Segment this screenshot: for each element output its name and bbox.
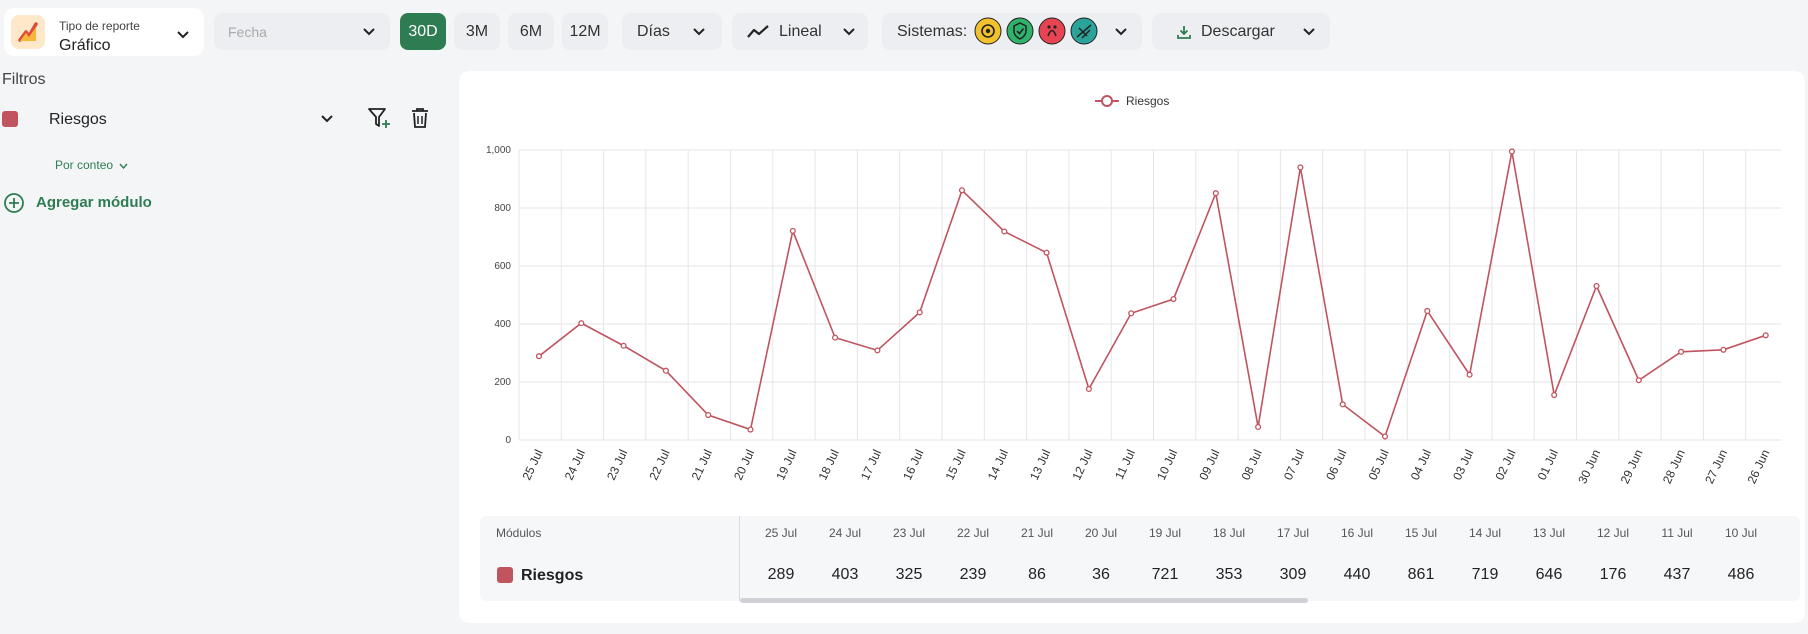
chevron-down-icon bbox=[363, 28, 375, 36]
table-cell-value: 353 bbox=[1215, 566, 1243, 583]
chevron-down-icon bbox=[1115, 28, 1127, 36]
table-date-header: 16 Jul bbox=[1340, 526, 1374, 540]
add-filter-icon[interactable] bbox=[368, 107, 392, 129]
trash-icon[interactable] bbox=[411, 108, 429, 128]
table-date-header: 15 Jul bbox=[1404, 526, 1438, 540]
table-cell-value: 440 bbox=[1343, 566, 1371, 583]
table-cell-value: 486 bbox=[1727, 566, 1755, 583]
table-cell-value: 36 bbox=[1092, 566, 1110, 583]
chevron-down-icon bbox=[177, 31, 189, 39]
table-cell-value: 719 bbox=[1471, 566, 1499, 583]
toolbar: Tipo de reporte Gráfico Fecha 30D 3M 6M … bbox=[0, 0, 1808, 62]
chevron-down-icon bbox=[119, 163, 128, 170]
table-cell-value: 309 bbox=[1279, 566, 1307, 583]
row-color-swatch bbox=[497, 567, 513, 583]
report-type-selector[interactable]: Tipo de reporte Gráfico bbox=[4, 8, 204, 56]
legend-marker bbox=[1095, 95, 1119, 107]
chart-style-value: Lineal bbox=[779, 22, 822, 40]
table-cell-value: 289 bbox=[767, 566, 795, 583]
chevron-down-icon bbox=[693, 28, 705, 36]
table-divider bbox=[739, 516, 740, 601]
table-cell-value: 437 bbox=[1663, 566, 1691, 583]
bug-system-icon bbox=[1038, 17, 1066, 45]
line-chart-icon bbox=[747, 24, 769, 38]
table-date-header: 24 Jul bbox=[828, 526, 862, 540]
modules-header: Módulos bbox=[496, 526, 542, 540]
gear-system-icon bbox=[974, 17, 1002, 45]
aggregation-dropdown[interactable]: Por conteo bbox=[55, 158, 128, 172]
table-date-header: 23 Jul bbox=[892, 526, 926, 540]
table-cell-value: 86 bbox=[1028, 566, 1046, 583]
table-cell-value: 403 bbox=[831, 566, 859, 583]
download-icon bbox=[1177, 25, 1191, 39]
table-date-header: 14 Jul bbox=[1468, 526, 1502, 540]
chevron-down-icon[interactable] bbox=[320, 114, 334, 123]
chevron-down-icon bbox=[1303, 28, 1315, 36]
table-cell-value: 325 bbox=[895, 566, 923, 583]
table-date-header: 25 Jul bbox=[764, 526, 798, 540]
people-system-icon bbox=[1070, 17, 1098, 45]
date-placeholder: Fecha bbox=[228, 24, 267, 40]
chart-report-icon bbox=[11, 15, 45, 49]
range-6m-button[interactable]: 6M bbox=[508, 13, 554, 50]
table-date-header: 18 Jul bbox=[1212, 526, 1246, 540]
table-horizontal-scrollbar[interactable] bbox=[740, 598, 1308, 603]
range-12m-button[interactable]: 12M bbox=[562, 13, 608, 50]
filter-module-label: Riesgos bbox=[49, 111, 107, 128]
table-date-header: 11 Jul bbox=[1661, 526, 1693, 540]
filters-title: Filtros bbox=[2, 71, 46, 88]
date-input[interactable]: Fecha bbox=[214, 13, 390, 50]
report-type-value: Gráfico bbox=[59, 37, 111, 54]
chart-style-dropdown[interactable]: Lineal bbox=[732, 13, 868, 50]
table-date-header: 20 Jul bbox=[1084, 526, 1118, 540]
table-cell-value: 721 bbox=[1151, 566, 1179, 583]
table-date-header: 12 Jul bbox=[1596, 526, 1630, 540]
granularity-dropdown[interactable]: Días bbox=[622, 13, 722, 50]
aggregation-value: Por conteo bbox=[55, 158, 114, 172]
filter-color-swatch bbox=[2, 111, 18, 127]
legend-label[interactable]: Riesgos bbox=[1126, 94, 1169, 108]
download-button[interactable]: Descargar bbox=[1152, 13, 1330, 50]
table-date-header: 21 Jul bbox=[1020, 526, 1054, 540]
range-30d-button[interactable]: 30D bbox=[400, 13, 446, 50]
table-cell-value: 176 bbox=[1599, 566, 1627, 583]
shield-check-system-icon bbox=[1006, 17, 1034, 45]
range-3m-button[interactable]: 3M bbox=[454, 13, 500, 50]
table-date-header: 10 Jul bbox=[1724, 526, 1758, 540]
table-date-header: 17 Jul bbox=[1276, 526, 1310, 540]
systems-dropdown[interactable]: Sistemas: bbox=[882, 13, 1142, 50]
table-date-header: 22 Jul bbox=[956, 526, 990, 540]
granularity-value: Días bbox=[637, 22, 670, 40]
table-cell-value: 239 bbox=[959, 566, 987, 583]
table-date-header: 13 Jul bbox=[1532, 526, 1566, 540]
add-circle-icon[interactable] bbox=[4, 193, 24, 213]
systems-label: Sistemas: bbox=[897, 22, 968, 40]
table-cell-value: 861 bbox=[1407, 566, 1435, 583]
chevron-down-icon bbox=[843, 28, 855, 36]
table-cell-value: 646 bbox=[1535, 566, 1563, 583]
download-label: Descargar bbox=[1201, 22, 1275, 40]
table-date-header: 19 Jul bbox=[1148, 526, 1182, 540]
row-module-name: Riesgos bbox=[521, 567, 584, 584]
add-module-button[interactable]: Agregar módulo bbox=[36, 194, 152, 211]
report-type-label: Tipo de reporte bbox=[59, 19, 140, 33]
